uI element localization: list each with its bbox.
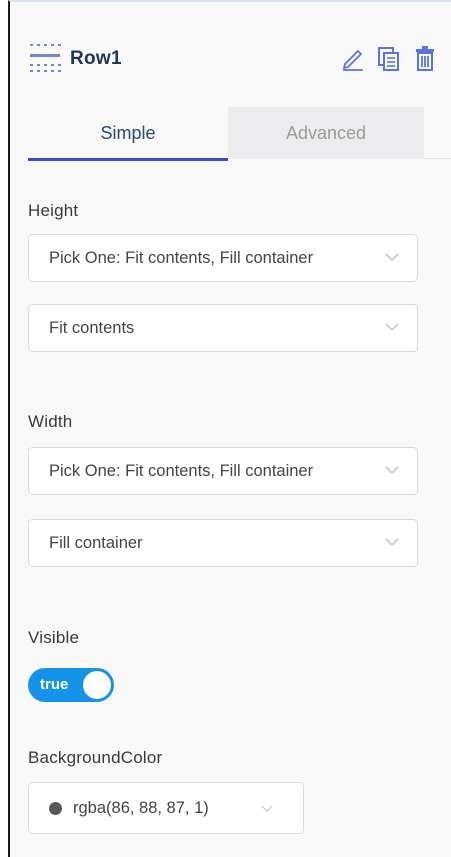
chevron-down-icon [385,466,399,474]
visible-toggle[interactable]: true [28,668,114,702]
height-value-select[interactable]: Fit contents [28,304,418,352]
width-mode-select[interactable]: Pick One: Fit contents, Fill container [28,447,418,495]
height-mode-value: Pick One: Fit contents, Fill container [49,249,314,267]
pencil-icon[interactable] [340,44,366,72]
background-color-value: rgba(86, 88, 87, 1) [73,799,209,817]
width-label: Width [28,412,73,431]
height-value: Fit contents [49,319,135,337]
panel-header: Row1 [10,2,451,90]
chevron-down-icon [385,253,399,261]
background-color-label: BackgroundColor [28,748,163,767]
grid-dots-icon [30,44,61,72]
chevron-down-icon [385,538,399,546]
width-value-select[interactable]: Fill container [28,519,418,567]
height-label: Height [28,201,79,220]
chevron-down-icon [385,323,399,331]
toggle-label: true [40,676,69,693]
visible-label: Visible [28,628,80,647]
copy-icon[interactable] [376,44,402,72]
chevron-down-icon [261,805,273,812]
height-mode-select[interactable]: Pick One: Fit contents, Fill container [28,234,418,282]
component-title: Row1 [70,48,122,69]
tab-bar: Simple Advanced [28,107,451,161]
color-swatch [49,802,62,815]
properties-panel: Row1 Simple Advanced Height Pick One: Fi… [8,0,451,857]
tab-simple[interactable]: Simple [28,107,228,161]
background-color-select[interactable]: rgba(86, 88, 87, 1) [28,782,304,834]
toggle-knob [83,671,111,699]
tab-advanced[interactable]: Advanced [228,107,424,159]
width-value: Fill container [49,534,143,552]
trash-icon[interactable] [412,44,438,72]
width-mode-value: Pick One: Fit contents, Fill container [49,462,314,480]
